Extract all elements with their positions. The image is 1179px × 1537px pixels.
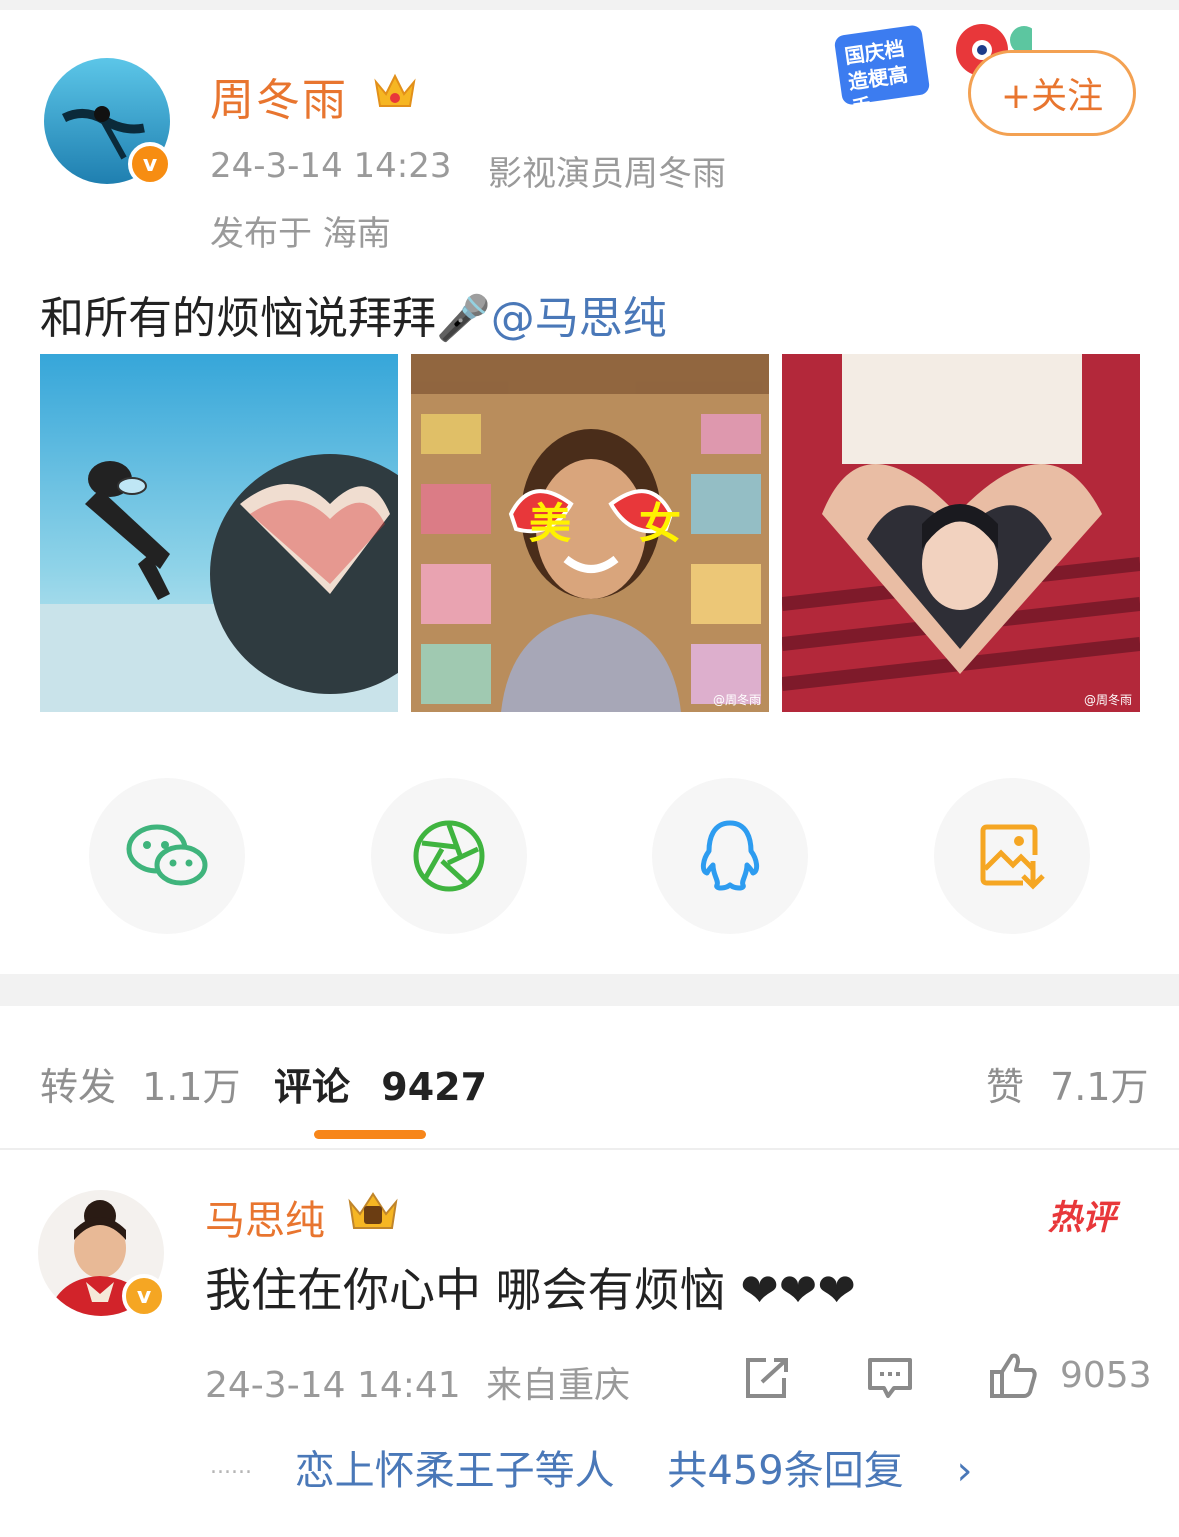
- share-qq-button[interactable]: [652, 778, 808, 934]
- post-text: 和所有的烦恼说拜拜🎤@马思纯: [40, 282, 667, 346]
- mention-link[interactable]: @马思纯: [491, 293, 667, 344]
- replies-count: 共459条回复: [667, 1448, 904, 1494]
- commenter-name[interactable]: 马思纯: [205, 1188, 325, 1246]
- top-divider: [0, 0, 1179, 10]
- qq-icon: [700, 820, 760, 891]
- post-image-1[interactable]: [40, 354, 398, 712]
- share-moments-button[interactable]: [371, 778, 527, 934]
- follow-button[interactable]: +关注: [968, 50, 1136, 136]
- moments-icon: [413, 820, 485, 892]
- tab-repost-count: 1.1万: [142, 1065, 241, 1109]
- thumbs-up-icon: [990, 1353, 1037, 1398]
- replies-users: 恋上怀柔王子等人: [294, 1448, 615, 1494]
- sticker-text-left: 美: [529, 499, 572, 548]
- commenter-verified-badge: v: [122, 1274, 166, 1318]
- repost-comment-button[interactable]: [744, 1356, 790, 1404]
- comment-like-count: 9053: [1060, 1354, 1152, 1396]
- post-source: 影视演员周冬雨: [488, 154, 726, 194]
- share-wechat-button[interactable]: [89, 778, 245, 934]
- sticker-text-right: 女: [639, 499, 682, 548]
- tabs-divider: [0, 1148, 1179, 1150]
- vip-crown-icon: [344, 1188, 402, 1240]
- active-tab-indicator: [314, 1130, 426, 1139]
- tab-repost[interactable]: 转发 1.1万: [40, 1056, 241, 1111]
- image-watermark: @周冬雨: [712, 693, 761, 707]
- vip-crown-icon: [372, 68, 418, 118]
- verified-badge: v: [128, 142, 172, 186]
- save-image-icon: [980, 824, 1045, 890]
- tab-comments-count: 9427: [381, 1065, 488, 1109]
- hot-comment-badge: 热评: [1048, 1198, 1116, 1238]
- post-location: 发布于 海南: [210, 214, 391, 254]
- comment-icon: [868, 1358, 912, 1398]
- share-icon: [746, 1358, 788, 1398]
- section-divider: [0, 974, 1179, 1006]
- tab-likes[interactable]: 赞 7.1万: [986, 1056, 1149, 1111]
- tab-repost-label: 转发: [40, 1065, 117, 1109]
- comment-meta: 24-3-14 14:41 来自重庆: [205, 1356, 630, 1408]
- tab-comments[interactable]: 评论 9427: [274, 1056, 487, 1111]
- save-image-button[interactable]: [934, 778, 1090, 934]
- tab-likes-count: 7.1万: [1050, 1065, 1149, 1109]
- replies-ellipsis: ······: [210, 1460, 252, 1486]
- post-date-time: 24-3-14 14:23: [210, 146, 452, 186]
- reply-comment-button[interactable]: [866, 1356, 914, 1404]
- comment-location: 来自重庆: [486, 1365, 631, 1406]
- post-body: 和所有的烦恼说拜拜🎤: [40, 293, 491, 344]
- tab-comments-label: 评论: [274, 1065, 351, 1109]
- author-name[interactable]: 周冬雨: [210, 64, 348, 128]
- view-replies-link[interactable]: ······ 恋上怀柔王子等人 共459条回复 ›: [210, 1438, 972, 1496]
- post-image-3[interactable]: @周冬雨: [782, 354, 1140, 712]
- wechat-icon: [126, 824, 208, 886]
- promo-badge-text: 国庆档造梗高手: [843, 36, 910, 120]
- tab-likes-label: 赞: [986, 1065, 1025, 1109]
- image-watermark: @周冬雨: [1083, 693, 1132, 707]
- chevron-right-icon: ›: [956, 1448, 973, 1494]
- like-comment-button[interactable]: 9053: [988, 1350, 1152, 1400]
- comment-text: 我住在你心中 哪会有烦恼 ❤❤❤: [205, 1263, 856, 1317]
- post-image-2[interactable]: 美 女 @周冬雨: [411, 354, 769, 712]
- promo-badge[interactable]: 国庆档造梗高手: [834, 24, 1032, 120]
- comment-date-time: 24-3-14 14:41: [205, 1365, 461, 1406]
